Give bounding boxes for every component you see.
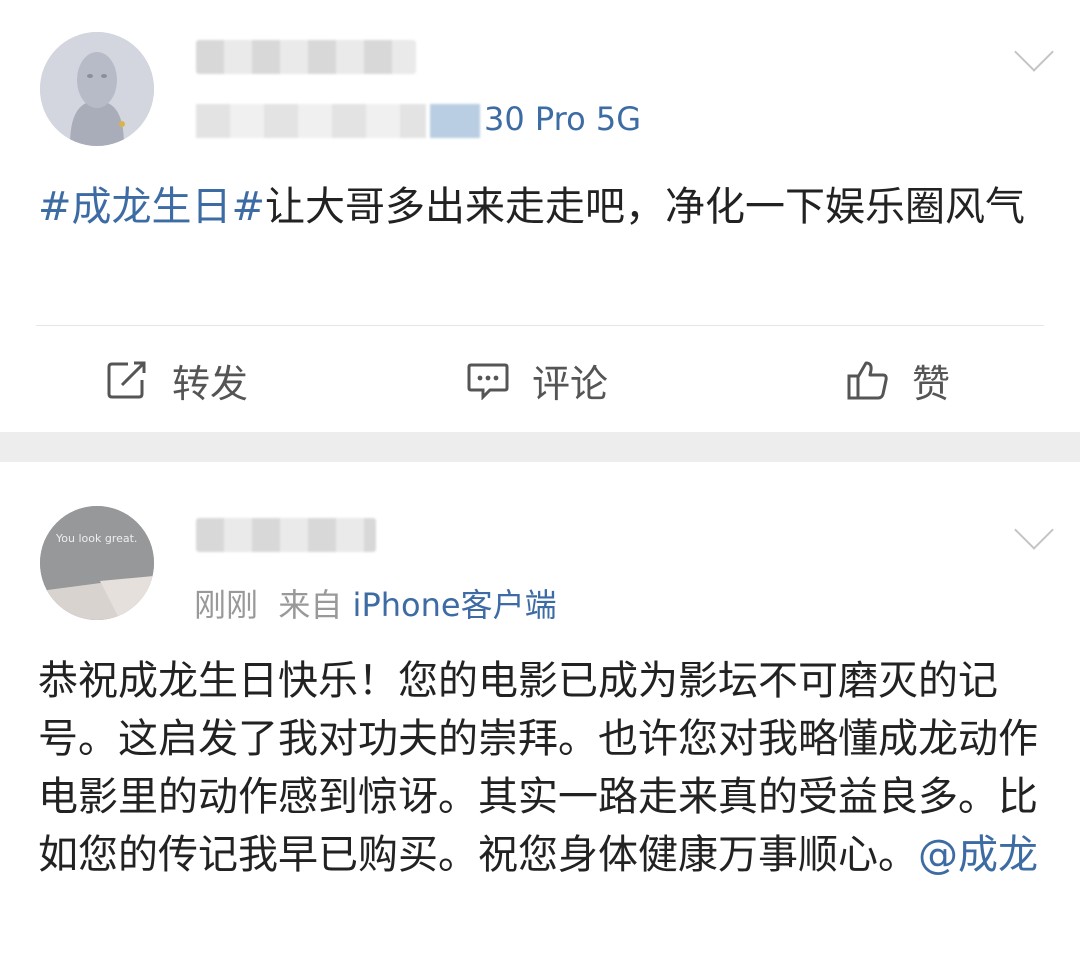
device-source[interactable]: 30 Pro 5G [484, 100, 641, 138]
mention-link[interactable]: @成龙 [918, 832, 1038, 878]
post-card-2: You look great. 刚刚 来自 iPhone客户端 恭祝成龙生日快乐… [0, 462, 1080, 970]
comment-label: 评论 [532, 361, 609, 406]
divider [36, 325, 1044, 326]
meta-from: 来自 [278, 586, 343, 624]
post-source[interactable]: iPhone客户端 [353, 586, 557, 624]
post-text: 恭祝成龙生日快乐！您的电影已成为影坛不可磨灭的记号。这启发了我对功夫的崇拜。也许… [38, 652, 1044, 884]
meta-blurred [196, 104, 426, 138]
post-text: #成龙生日#让大哥多出来走走吧，净化一下娱乐圈风气 [38, 178, 1044, 236]
user-avatar[interactable] [40, 32, 154, 146]
feed-separator [0, 432, 1080, 462]
topic-hashtag[interactable]: #成龙生日# [38, 184, 265, 230]
like-label: 赞 [912, 361, 951, 406]
username-blurred[interactable] [196, 518, 376, 552]
post-body: 恭祝成龙生日快乐！您的电影已成为影坛不可磨灭的记号。这启发了我对功夫的崇拜。也许… [38, 658, 1038, 878]
action-bar: 转发 评论 赞 [0, 332, 1080, 428]
post-card-1: 30 Pro 5G #成龙生日#让大哥多出来走走吧，净化一下娱乐圈风气 转发 评… [0, 0, 1080, 432]
post-time: 刚刚 [194, 586, 259, 624]
avatar-text: You look great. [55, 532, 137, 545]
repost-icon [107, 361, 146, 399]
post-meta: 刚刚 来自 iPhone客户端 [194, 580, 557, 626]
comment-icon [467, 363, 509, 400]
user-avatar[interactable]: You look great. [40, 506, 154, 620]
device-blurred [430, 104, 480, 138]
username-blurred[interactable] [196, 40, 416, 74]
avatar-image: You look great. [40, 506, 154, 620]
avatar-image [40, 32, 154, 146]
post-body: 让大哥多出来走走吧，净化一下娱乐圈风气 [265, 184, 1026, 230]
chevron-down-icon[interactable] [1014, 510, 1054, 550]
comment-button[interactable]: 评论 [466, 332, 608, 428]
post-meta: 30 Pro 5G [196, 100, 641, 138]
chevron-down-icon[interactable] [1014, 32, 1054, 72]
repost-button[interactable]: 转发 [106, 332, 248, 428]
repost-label: 转发 [172, 361, 249, 406]
thumbs-up-icon [847, 361, 888, 400]
like-button[interactable]: 赞 [846, 332, 950, 428]
